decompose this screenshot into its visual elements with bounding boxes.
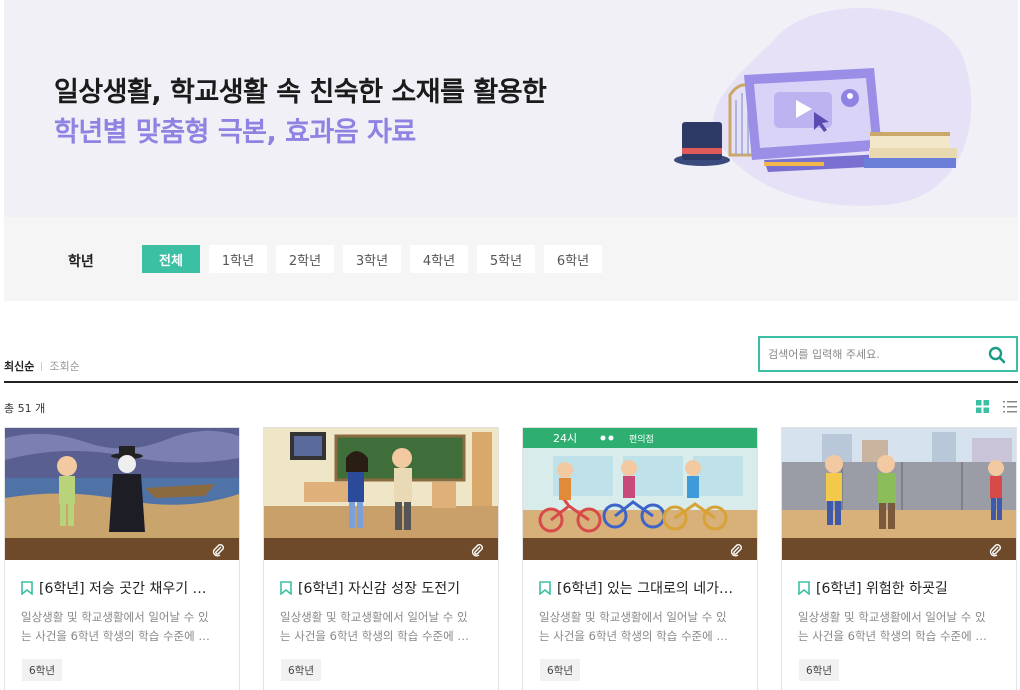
grade-filter-label: 학년: [68, 254, 94, 270]
card-description-line: 는 사건을 6학년 학생의 학습 수준에 …: [798, 629, 987, 643]
attachment-icon: [212, 544, 224, 557]
sort-latest-link[interactable]: 최신순: [4, 358, 34, 374]
grade-button-5[interactable]: 5학년: [477, 245, 535, 273]
grade-button-3[interactable]: 3학년: [343, 245, 401, 273]
card-thumbnail: [264, 428, 498, 560]
content-card[interactable]: [6학년] 위험한 하굣길 일상생활 및 학교생활에서 일어날 수 있 는 사건…: [781, 427, 1017, 690]
card-thumbnail: [5, 428, 239, 560]
bookmark-icon[interactable]: [280, 581, 292, 595]
card-title[interactable]: [6학년] 있는 그대로의 네가…: [539, 578, 744, 598]
bookmark-icon[interactable]: [798, 581, 810, 595]
card-description: 일상생활 및 학교생활에서 일어날 수 있 는 사건을 6학년 학생의 학습 수…: [539, 608, 744, 646]
hero-illustration: [674, 7, 972, 206]
store-sign-hours: 24시: [553, 432, 577, 445]
content-card[interactable]: [6학년] 저승 곳간 채우기 … 일상생활 및 학교생활에서 일어날 수 있 …: [4, 427, 240, 690]
hero-banner: 일상생활, 학교생활 속 친숙한 소재를 활용한 학년별 맞춤형 극본, 효과음…: [4, 0, 1018, 217]
grade-tag: 6학년: [799, 659, 840, 681]
hero-subtitle: 학년별 맞춤형 극본, 효과음 자료: [54, 117, 416, 148]
grade-button-4[interactable]: 4학년: [410, 245, 468, 273]
card-description-line: 일상생활 및 학교생활에서 일어날 수 있: [539, 610, 727, 624]
attachment-icon: [471, 544, 483, 557]
search-box: [758, 336, 1018, 372]
grade-button-group: 전체 1학년 2학년 3학년 4학년 5학년 6학년: [142, 245, 602, 273]
hero-title: 일상생활, 학교생활 속 친숙한 소재를 활용한: [54, 77, 547, 108]
card-description-line: 는 사건을 6학년 학생의 학습 수준에 …: [539, 629, 728, 643]
bookmark-icon[interactable]: [21, 581, 33, 595]
grade-button-6[interactable]: 6학년: [544, 245, 602, 273]
card-title[interactable]: [6학년] 저승 곳간 채우기 …: [21, 578, 226, 598]
grade-button-2[interactable]: 2학년: [276, 245, 334, 273]
card-title[interactable]: [6학년] 자신감 성장 도전기: [280, 578, 485, 598]
sort-options: 최신순 조회순: [4, 358, 80, 374]
total-count: 총 51 개: [4, 402, 46, 415]
card-description-line: 는 사건을 6학년 학생의 학습 수준에 …: [280, 629, 469, 643]
attachment-icon: [989, 544, 1001, 557]
card-description-line: 는 사건을 6학년 학생의 학습 수준에 …: [21, 629, 210, 643]
bookmark-icon[interactable]: [539, 581, 551, 595]
card-title-text: [6학년] 있는 그대로의 네가…: [557, 581, 733, 597]
card-description-line: 일상생활 및 학교생활에서 일어날 수 있: [21, 610, 209, 624]
card-thumbnail: [782, 428, 1016, 560]
search-icon[interactable]: [988, 346, 1006, 364]
content-card[interactable]: [6학년] 자신감 성장 도전기 일상생활 및 학교생활에서 일어날 수 있 는…: [263, 427, 499, 690]
grade-button-1[interactable]: 1학년: [209, 245, 267, 273]
list-view-icon[interactable]: [1003, 400, 1017, 413]
card-description-line: 일상생활 및 학교생활에서 일어날 수 있: [280, 610, 468, 624]
card-title-text: [6학년] 자신감 성장 도전기: [298, 581, 460, 597]
grade-filter-bar: 학년 전체 1학년 2학년 3학년 4학년 5학년 6학년: [4, 217, 1018, 301]
grade-button-all[interactable]: 전체: [142, 245, 200, 273]
sort-separator: [41, 361, 43, 371]
store-sign-name: 편의점: [629, 433, 654, 445]
list-divider: [4, 381, 1018, 383]
attachment-icon: [730, 544, 742, 557]
search-input[interactable]: [768, 344, 978, 364]
content-card[interactable]: 24시 편의점 [6학년] 있는 그대로의 네가… 일상생활 및 학교생활에서 …: [522, 427, 758, 690]
card-thumbnail: 24시 편의점: [523, 428, 757, 560]
card-description-line: 일상생활 및 학교생활에서 일어날 수 있: [798, 610, 986, 624]
content-card-list: [6학년] 저승 곳간 채우기 … 일상생활 및 학교생활에서 일어날 수 있 …: [4, 427, 1017, 690]
grade-tag: 6학년: [22, 659, 63, 681]
card-description: 일상생활 및 학교생활에서 일어날 수 있 는 사건을 6학년 학생의 학습 수…: [280, 608, 485, 646]
grade-tag: 6학년: [281, 659, 322, 681]
grade-tag: 6학년: [540, 659, 581, 681]
card-description: 일상생활 및 학교생활에서 일어날 수 있 는 사건을 6학년 학생의 학습 수…: [798, 608, 1003, 646]
card-title[interactable]: [6학년] 위험한 하굣길: [798, 578, 1003, 598]
grid-view-icon[interactable]: [976, 400, 989, 413]
card-title-text: [6학년] 저승 곳간 채우기 …: [39, 581, 207, 597]
card-title-text: [6학년] 위험한 하굣길: [816, 581, 948, 597]
sort-views-link[interactable]: 조회순: [49, 358, 79, 374]
card-description: 일상생활 및 학교생활에서 일어날 수 있 는 사건을 6학년 학생의 학습 수…: [21, 608, 226, 646]
